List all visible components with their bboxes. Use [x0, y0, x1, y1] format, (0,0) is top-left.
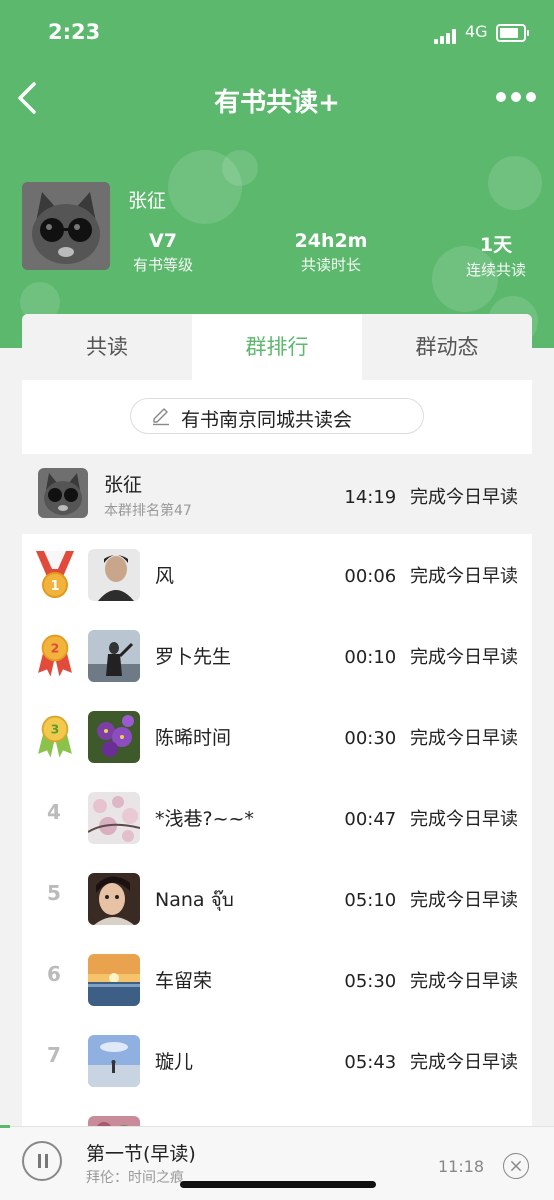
self-rank-row[interactable]: 张征 本群排名第47 14:19 完成今日早读 — [22, 454, 532, 534]
read-status-text: 完成今日早读 — [410, 890, 518, 911]
ranking-card: 共读 群排行 群动态 有书南京同城共读会 张征 本群排名第47 14:19 完成… — [22, 314, 532, 1134]
member-name: 罗卜先生 — [155, 646, 232, 668]
player-subtitle: 拜伦：时间之痕 — [86, 1170, 184, 1186]
read-status: 00:30 完成今日早读 — [344, 724, 518, 750]
stat-value: V7 — [149, 230, 177, 252]
more-icon[interactable] — [496, 88, 538, 108]
decor-bubble — [222, 150, 258, 186]
read-status: 00:47 完成今日早读 — [344, 805, 518, 831]
svg-text:1: 1 — [50, 579, 59, 594]
stat-value: 1天 — [479, 234, 513, 256]
stat-label: 连续共读 — [465, 261, 526, 279]
tab-bar: 共读 群排行 群动态 — [22, 314, 532, 380]
page-title: 有书共读+ — [214, 88, 340, 118]
avatar[interactable] — [22, 182, 110, 270]
status-bar: 2:23 4G — [0, 20, 554, 50]
stat-value: 24h2m — [294, 230, 368, 252]
close-icon[interactable] — [503, 1153, 529, 1179]
read-time: 05:10 — [344, 890, 397, 911]
profile-header: 2:23 4G 有书共读+ 张征 V7 有书等级 24h2m 共读时长 1天 连… — [0, 0, 554, 348]
decor-bubble — [488, 156, 542, 210]
member-name: 车留荣 — [155, 970, 213, 992]
read-status-text: 完成今日早读 — [410, 487, 518, 508]
svg-text:3: 3 — [51, 721, 60, 736]
read-time: 05:43 — [344, 1052, 397, 1073]
self-rank-text: 本群排名第47 — [104, 503, 192, 519]
read-status: 05:30 完成今日早读 — [344, 967, 518, 993]
read-time: 05:30 — [344, 971, 397, 992]
stat-read-time: 24h2m 共读时长 — [276, 230, 386, 275]
read-status: 14:19 完成今日早读 — [344, 483, 518, 509]
list-item[interactable]: 6 车留荣 05:30 完成今日早读 — [22, 940, 532, 1021]
battery-icon — [496, 24, 529, 42]
member-name: *浅巷?~~* — [155, 808, 254, 830]
player-title: 第一节(早读) — [86, 1143, 196, 1165]
tab-group-feed[interactable]: 群动态 — [362, 314, 532, 380]
read-status: 00:10 完成今日早读 — [344, 643, 518, 669]
pause-button[interactable] — [22, 1141, 62, 1181]
stat-streak: 1天 连续共读 — [456, 230, 536, 280]
bronze-medal-icon: 3 — [38, 715, 72, 758]
list-item[interactable]: 2 罗卜先生 00:10 完成今日早读 — [22, 616, 532, 697]
read-time: 14:19 — [344, 487, 397, 508]
list-item[interactable]: 7 璇儿 05:43 完成今日早读 — [22, 1021, 532, 1102]
read-status: 05:10 完成今日早读 — [344, 886, 518, 912]
mini-player[interactable]: 第一节(早读) 拜伦：时间之痕 11:18 — [0, 1125, 554, 1200]
list-item[interactable]: 4 *浅巷?~~* 00:47 完成今日早读 — [22, 778, 532, 859]
avatar — [88, 1035, 140, 1087]
svg-text:2: 2 — [51, 640, 60, 655]
avatar — [88, 711, 140, 763]
network-label: 4G — [465, 22, 488, 41]
member-name: 璇儿 — [155, 1051, 194, 1073]
read-status-text: 完成今日早读 — [410, 566, 518, 587]
avatar — [88, 954, 140, 1006]
read-status-text: 完成今日早读 — [410, 1052, 518, 1073]
playback-progress — [0, 1125, 10, 1128]
rank-number: 5 — [47, 881, 61, 905]
avatar — [88, 873, 140, 925]
player-time: 11:18 — [438, 1157, 485, 1176]
rank-number: 4 — [47, 800, 61, 824]
tab-group-ranking[interactable]: 群排行 — [192, 314, 362, 380]
read-time: 00:30 — [344, 728, 397, 749]
member-name: Nana จุ๊บ — [155, 889, 234, 911]
list-item[interactable]: 3 陈晞时间 00:30 完成今日早读 — [22, 697, 532, 778]
edit-icon — [153, 408, 169, 426]
member-name: 陈晞时间 — [155, 727, 232, 749]
stat-label: 共读时长 — [300, 256, 361, 274]
group-name-button[interactable]: 有书南京同城共读会 — [130, 398, 424, 434]
silver-medal-icon: 2 — [38, 634, 72, 677]
status-time: 2:23 — [48, 20, 101, 44]
read-status-text: 完成今日早读 — [410, 971, 518, 992]
stat-label: 有书等级 — [132, 256, 193, 274]
profile-name: 张征 — [128, 190, 167, 212]
read-status-text: 完成今日早读 — [410, 728, 518, 749]
read-time: 00:10 — [344, 647, 397, 668]
avatar — [88, 549, 140, 601]
rank-number: 6 — [47, 962, 61, 986]
avatar — [88, 792, 140, 844]
group-name: 有书南京同城共读会 — [181, 409, 353, 431]
read-status: 05:43 完成今日早读 — [344, 1048, 518, 1074]
read-time: 00:47 — [344, 809, 397, 830]
read-time: 00:06 — [344, 566, 397, 587]
avatar — [88, 630, 140, 682]
gold-medal-icon: 1 — [36, 551, 74, 598]
read-status-text: 完成今日早读 — [410, 647, 518, 668]
member-name: 风 — [155, 565, 175, 587]
list-item[interactable]: 5 Nana จุ๊บ 05:10 完成今日早读 — [22, 859, 532, 940]
signal-icon — [434, 28, 460, 44]
avatar — [38, 468, 88, 518]
read-status-text: 完成今日早读 — [410, 809, 518, 830]
list-item[interactable]: 1 风 00:06 完成今日早读 — [22, 535, 532, 616]
rank-number: 7 — [47, 1043, 61, 1067]
home-indicator[interactable] — [180, 1181, 376, 1188]
tab-reading[interactable]: 共读 — [22, 314, 192, 380]
read-status: 00:06 完成今日早读 — [344, 562, 518, 588]
stat-level: V7 有书等级 — [120, 230, 206, 275]
self-name: 张征 — [104, 474, 143, 496]
